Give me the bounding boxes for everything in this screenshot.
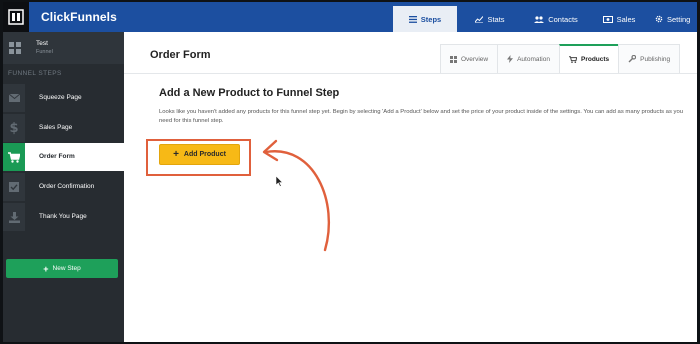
nav-stats[interactable]: Stats bbox=[470, 6, 510, 32]
clickfunnels-logo[interactable] bbox=[3, 2, 29, 32]
nav-steps-label: Steps bbox=[420, 14, 442, 24]
new-step-label: New Step bbox=[52, 265, 81, 272]
app-window: ClickFunnels Steps Stats Contacts Sales … bbox=[3, 2, 697, 342]
mouse-cursor-icon bbox=[276, 176, 284, 187]
step-label: Order Form bbox=[39, 153, 75, 160]
gear-icon bbox=[655, 15, 663, 23]
step-label: Order Confirmation bbox=[39, 183, 95, 190]
sidebar: Test Funnel FUNNEL STEPS Squeeze Page $ … bbox=[3, 32, 124, 342]
brand-name: ClickFunnels bbox=[41, 10, 117, 24]
nav-setting[interactable]: Setting bbox=[655, 6, 697, 32]
step-label: Thank You Page bbox=[39, 213, 87, 220]
nav-contacts-label: Contacts bbox=[548, 14, 578, 24]
cart-icon bbox=[3, 143, 25, 171]
chart-icon bbox=[475, 15, 484, 23]
list-icon bbox=[408, 15, 417, 23]
top-navigation-bar: ClickFunnels Steps Stats Contacts Sales … bbox=[3, 2, 697, 32]
sidebar-step-thank-you-page[interactable]: Thank You Page bbox=[3, 203, 124, 231]
nav-stats-label: Stats bbox=[487, 14, 505, 24]
sidebar-step-order-form[interactable]: Order Form bbox=[3, 143, 124, 171]
annotation-arrow bbox=[262, 139, 330, 252]
checkbox-icon bbox=[3, 173, 25, 201]
sidebar-step-order-confirmation[interactable]: Order Confirmation bbox=[3, 173, 124, 201]
funnel-name: Test bbox=[36, 40, 48, 47]
main-content: Order Form Overview Automation Products … bbox=[124, 32, 697, 342]
nav-sales-label: Sales bbox=[616, 14, 636, 24]
logo-icon bbox=[8, 9, 24, 25]
sidebar-step-sales-page[interactable]: $ Sales Page bbox=[3, 114, 124, 142]
envelope-icon bbox=[3, 84, 25, 112]
funnel-steps-heading: FUNNEL STEPS bbox=[8, 70, 62, 77]
new-step-button[interactable]: + New Step bbox=[6, 259, 118, 278]
nav-contacts[interactable]: Contacts bbox=[530, 6, 582, 32]
money-icon bbox=[602, 15, 613, 23]
sidebar-step-squeeze-page[interactable]: Squeeze Page bbox=[3, 84, 124, 112]
nav-setting-label: Setting bbox=[667, 14, 691, 24]
plus-icon: + bbox=[43, 263, 49, 274]
dashboard-icon bbox=[9, 41, 21, 59]
dollar-icon: $ bbox=[3, 114, 25, 142]
users-icon bbox=[534, 15, 545, 23]
step-label: Sales Page bbox=[39, 124, 73, 131]
download-icon bbox=[3, 203, 25, 231]
step-label: Squeeze Page bbox=[39, 94, 82, 101]
funnel-type: Funnel bbox=[36, 49, 53, 55]
nav-steps[interactable]: Steps bbox=[393, 6, 457, 32]
nav-sales[interactable]: Sales bbox=[600, 6, 638, 32]
funnel-header[interactable]: Test Funnel bbox=[3, 32, 124, 64]
